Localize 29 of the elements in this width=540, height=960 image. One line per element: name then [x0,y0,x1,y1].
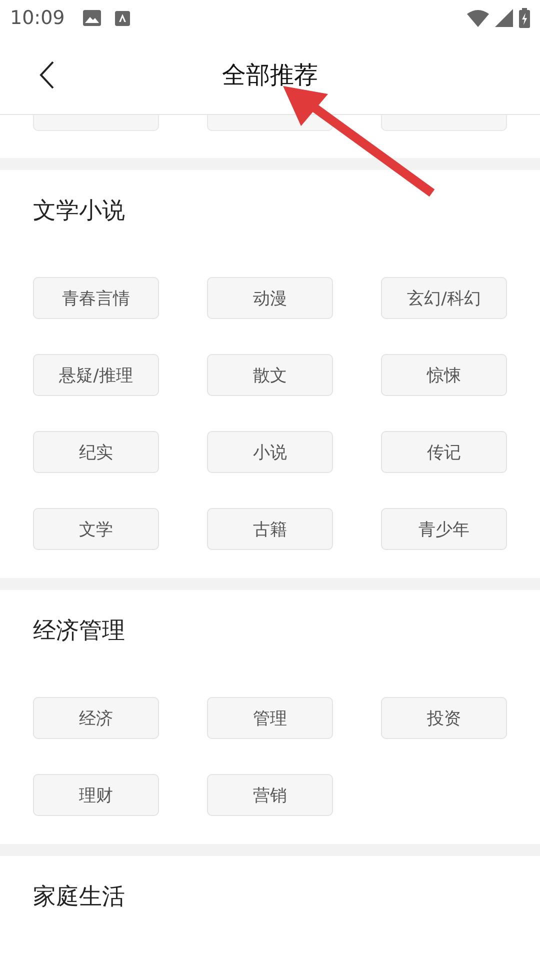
tag-button[interactable]: 悬疑/推理 [33,354,159,396]
tag-button[interactable]: 古籍 [207,508,333,550]
tag-button[interactable] [207,115,333,131]
tag-button[interactable]: 玄幻/科幻 [381,277,507,319]
tag-button[interactable]: 经济 [33,697,159,739]
tag-button[interactable]: 传记 [381,431,507,473]
section-title: 文学小说 [33,197,126,226]
back-icon[interactable] [39,61,55,89]
page-title: 全部推荐 [222,60,318,91]
tag-button[interactable]: 青春言情 [33,277,159,319]
status-time: 10:09 [10,7,65,29]
tag-button[interactable]: 青少年 [381,508,507,550]
battery-icon [519,8,530,28]
tag-button[interactable]: 管理 [207,697,333,739]
tag-button[interactable]: 动漫 [207,277,333,319]
tag-button[interactable]: 文学 [33,508,159,550]
tag-button[interactable]: 投资 [381,697,507,739]
wifi-icon [467,10,489,26]
tag-button[interactable]: 纪实 [33,431,159,473]
tag-button[interactable]: 散文 [207,354,333,396]
notification-icon [114,10,130,26]
image-icon [82,10,101,26]
section-title: 经济管理 [33,617,126,646]
section-title: 家庭生活 [33,883,126,912]
tag-button[interactable]: 惊悚 [381,354,507,396]
tag-button[interactable]: 理财 [33,774,159,816]
tag-button[interactable]: 营销 [207,774,333,816]
tag-button[interactable]: 小说 [207,431,333,473]
signal-icon [495,9,513,27]
